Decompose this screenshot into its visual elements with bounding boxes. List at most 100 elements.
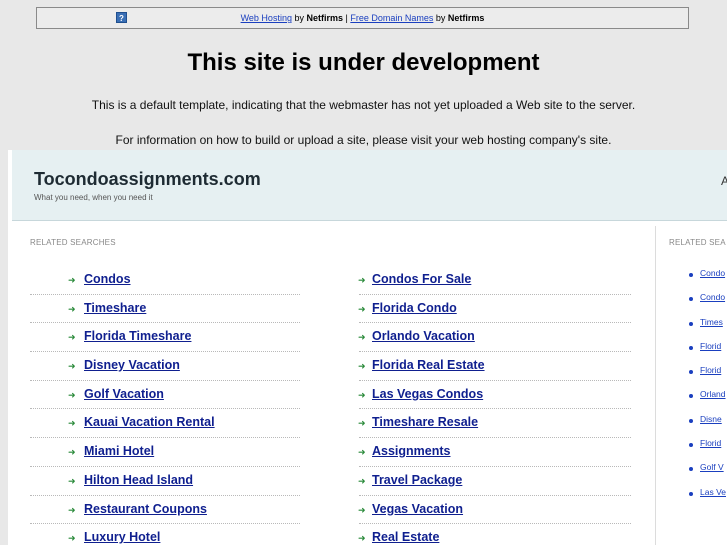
hosting-info-message: For information on how to build or uploa…: [115, 133, 612, 147]
arrow-icon: ➜: [358, 332, 366, 343]
related-searches-label: RELATED SEARCHES: [30, 238, 116, 247]
list-item: Florid: [679, 341, 727, 365]
list-item: ➜ Luxury Hotel: [30, 524, 300, 545]
list-item: ➜ Vegas Vacation: [358, 496, 631, 525]
list-item: Golf V: [679, 462, 727, 486]
banner-by-text-2: by: [433, 13, 448, 23]
list-item: ➜ Miami Hotel: [30, 438, 300, 467]
arrow-icon: ➜: [68, 303, 76, 314]
bullet-icon: [689, 491, 693, 496]
arrow-icon: ➜: [68, 275, 76, 285]
list-item: ➜ Travel Package: [358, 467, 631, 496]
arrow-icon: ➜: [358, 361, 366, 372]
arrow-icon: ➜: [358, 447, 366, 458]
related-search-link[interactable]: Kauai Vacation Rental: [84, 415, 215, 430]
arrow-icon: ➜: [358, 418, 366, 429]
list-item: Orland: [679, 389, 727, 413]
related-search-link[interactable]: Orland: [700, 389, 726, 399]
related-search-link[interactable]: Disne: [700, 414, 722, 424]
site-title: Tocondoassignments.com: [34, 169, 261, 189]
list-item: ➜ Golf Vacation: [30, 381, 300, 410]
bullet-icon: [689, 467, 693, 472]
arrow-icon: ➜: [68, 389, 76, 400]
list-item: ➜ Condos: [30, 266, 300, 295]
related-search-link[interactable]: Las Ve: [700, 487, 726, 497]
column-divider: [655, 226, 656, 545]
list-item: ➜ Orlando Vacation: [358, 323, 631, 353]
arrow-icon: ➜: [68, 447, 76, 458]
arrow-icon: ➜: [68, 533, 76, 544]
related-search-link[interactable]: Condos For Sale: [372, 272, 471, 287]
related-search-link[interactable]: Real Estate: [372, 530, 439, 545]
list-item: Florid: [679, 438, 727, 462]
related-search-link[interactable]: Timeshare Resale: [372, 415, 478, 430]
list-item: Las Ve: [679, 487, 727, 511]
default-template-message: This is a default template, indicating t…: [91, 98, 636, 112]
list-item: ➜ Las Vegas Condos: [358, 381, 631, 410]
related-search-link[interactable]: Florid: [700, 438, 721, 448]
list-item: ➜ Timeshare Resale: [358, 409, 631, 439]
list-item: Florid: [679, 365, 727, 389]
related-search-link[interactable]: Miami Hotel: [84, 444, 154, 459]
list-item: Condo: [679, 268, 727, 292]
bullet-icon: [689, 297, 693, 302]
arrow-icon: ➜: [358, 504, 366, 515]
list-item: ➜ Real Estate: [358, 524, 631, 545]
related-search-link[interactable]: Luxury Hotel: [84, 530, 160, 545]
related-search-link[interactable]: Condo: [700, 268, 725, 278]
bullet-icon: [689, 370, 693, 375]
site-tagline: What you need, when you need it: [34, 193, 153, 202]
related-links-middle: ➜ Condos For Sale ➜ Florida Condo ➜ Orlando V…: [358, 266, 631, 545]
list-item: ➜ Florida Timeshare: [30, 323, 300, 353]
related-searches-label-right: RELATED SEA: [669, 238, 726, 247]
related-search-link[interactable]: Florida Condo: [372, 301, 457, 316]
arrow-icon: ➜: [68, 504, 76, 515]
arrow-icon: ➜: [68, 361, 76, 372]
related-search-link[interactable]: Timeshare: [84, 301, 146, 316]
list-item: ➜ Florida Condo: [358, 295, 631, 324]
bullet-icon: [689, 273, 693, 277]
arrow-icon: ➜: [358, 389, 366, 400]
free-domain-names-link[interactable]: Free Domain Names: [350, 13, 433, 23]
related-search-link[interactable]: Florid: [700, 365, 721, 375]
related-links-right: Condo Condo Times Florid Florid Orland Disne Fl…: [679, 268, 727, 511]
related-search-link[interactable]: Vegas Vacation: [372, 502, 463, 517]
bullet-icon: [689, 443, 693, 448]
bullet-icon: [689, 321, 693, 326]
related-search-link[interactable]: Golf Vacation: [84, 387, 164, 402]
related-search-link[interactable]: Hilton Head Island: [84, 473, 193, 488]
list-item: ➜ Assignments: [358, 438, 631, 467]
arrow-icon: ➜: [358, 533, 366, 544]
related-search-link[interactable]: Condo: [700, 292, 725, 302]
related-search-link[interactable]: Las Vegas Condos: [372, 387, 483, 402]
list-item: ➜ Timeshare: [30, 295, 300, 324]
related-search-link[interactable]: Florida Real Estate: [372, 358, 485, 373]
related-search-link[interactable]: Florid: [700, 341, 721, 351]
list-item: Times: [679, 317, 727, 341]
list-item: Condo: [679, 292, 727, 316]
hosting-banner: ? Web Hosting by Netfirms | Free Domain …: [36, 7, 689, 29]
arrow-icon: ➜: [68, 418, 76, 429]
arrow-icon: ➜: [358, 275, 366, 285]
related-search-link[interactable]: Disney Vacation: [84, 358, 180, 373]
parked-page-frame: Tocondoassignments.com What you need, wh…: [8, 150, 727, 545]
related-search-link[interactable]: Orlando Vacation: [372, 329, 475, 344]
bullet-icon: [689, 345, 693, 350]
related-search-link[interactable]: Assignments: [372, 444, 451, 459]
arrow-icon: ➜: [358, 475, 366, 486]
netfirms-brand-1: Netfirms: [306, 13, 343, 23]
related-search-link[interactable]: Golf V: [700, 462, 724, 472]
related-search-link[interactable]: Condos: [84, 272, 131, 287]
question-icon[interactable]: ?: [116, 12, 127, 23]
related-search-link[interactable]: Restaurant Coupons: [84, 502, 207, 517]
list-item: ➜ Kauai Vacation Rental: [30, 409, 300, 439]
related-search-link[interactable]: Travel Package: [372, 473, 462, 488]
related-search-link[interactable]: Times: [700, 317, 723, 327]
header-right-text: A: [720, 174, 727, 188]
bullet-icon: [689, 418, 693, 423]
arrow-icon: ➜: [68, 332, 76, 343]
related-search-link[interactable]: Florida Timeshare: [84, 329, 191, 344]
list-item: ➜ Disney Vacation: [30, 352, 300, 381]
web-hosting-link[interactable]: Web Hosting: [241, 13, 292, 23]
list-item: Disne: [679, 414, 727, 438]
